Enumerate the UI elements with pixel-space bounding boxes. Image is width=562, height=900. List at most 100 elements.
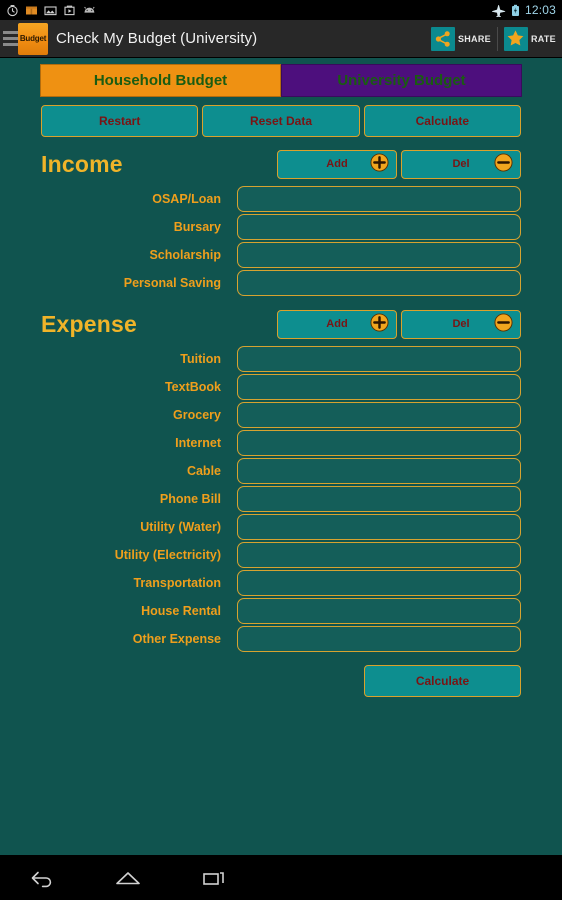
income-row-input[interactable] (238, 215, 520, 239)
expense-row-input[interactable] (238, 431, 520, 455)
expense-title: Expense (41, 310, 138, 337)
status-bar-clock: 12:03 (524, 3, 556, 17)
back-arrow-icon[interactable] (22, 855, 62, 900)
income-row-label: Personal Saving (123, 276, 221, 290)
expense-row-input-wrapper[interactable] (237, 514, 521, 540)
expense-row-input[interactable] (238, 627, 520, 651)
expense-row-input[interactable] (238, 515, 520, 539)
reset-data-button[interactable]: Reset Data (202, 105, 360, 137)
android-icon (84, 6, 95, 13)
expense-row-input-wrapper[interactable] (237, 626, 521, 652)
tab-university-budget[interactable]: University Budget (281, 64, 522, 97)
expense-rows: Tuition TextBook Grocery Internet Cable Phone… (41, 345, 521, 653)
toolbar-buttons: Restart Reset Data Calculate (41, 105, 521, 137)
income-add-button[interactable]: Add (277, 149, 397, 179)
recent-apps-icon[interactable] (194, 855, 234, 900)
income-del-button[interactable]: Del (401, 149, 521, 179)
rate-button[interactable]: RATE (498, 20, 562, 57)
expense-row-input-wrapper[interactable] (237, 402, 521, 428)
expense-row-input-wrapper[interactable] (237, 570, 521, 596)
expense-row: Utility (Electricity) (41, 541, 521, 569)
plus-circle-icon (370, 313, 389, 335)
expense-row-input-wrapper[interactable] (237, 346, 521, 372)
expense-row-label: Grocery (173, 408, 221, 422)
expense-row-label: Internet (175, 436, 221, 450)
expense-row-input[interactable] (238, 459, 520, 483)
expense-row-label: Transportation (133, 576, 221, 590)
battery-icon (511, 4, 519, 16)
income-row: Scholarship (41, 241, 521, 269)
app-update-icon (26, 6, 37, 14)
income-row-label: Bursary (173, 220, 221, 234)
income-title: Income (41, 150, 123, 177)
app-root: 12:03 Budget Check My Budget (University… (0, 0, 562, 900)
expense-row-input[interactable] (238, 403, 520, 427)
clock-icon (7, 4, 18, 16)
expense-add-button[interactable]: Add (277, 309, 397, 339)
income-row-input[interactable] (238, 243, 520, 267)
expense-row-input[interactable] (238, 487, 520, 511)
app-logo[interactable]: Budget (18, 22, 48, 55)
expense-row: Other Expense (41, 625, 521, 653)
expense-row: Transportation (41, 569, 521, 597)
calculate-button-bottom[interactable]: Calculate (364, 665, 521, 697)
expense-row-input[interactable] (238, 599, 520, 623)
income-section-header: Income Add Del (41, 149, 521, 179)
android-navigation-bar (0, 855, 562, 900)
expense-row-input-wrapper[interactable] (237, 486, 521, 512)
app-logo-label: Budget (19, 34, 47, 43)
income-row-label: OSAP/Loan (152, 192, 221, 206)
calculate-button-top[interactable]: Calculate (363, 105, 521, 137)
expense-row-label: Cable (186, 464, 221, 478)
airplane-mode-icon (491, 4, 506, 17)
income-row-controls: Add Del (277, 149, 521, 179)
expense-row: Cable (41, 457, 521, 485)
restart-button-label: Restart (98, 114, 141, 128)
expense-row-input-wrapper[interactable] (237, 374, 521, 400)
income-row-input-wrapper[interactable] (237, 186, 521, 212)
income-row: OSAP/Loan (41, 185, 521, 213)
calculate-button-top-label: Calculate (415, 114, 469, 128)
expense-del-button[interactable]: Del (401, 309, 521, 339)
hamburger-menu-icon[interactable] (0, 20, 18, 58)
restart-button[interactable]: Restart (41, 105, 199, 137)
image-icon (44, 5, 57, 15)
expense-row-input-wrapper[interactable] (237, 542, 521, 568)
home-icon[interactable] (108, 855, 148, 900)
expense-row-input[interactable] (238, 347, 520, 371)
expense-row-label: Phone Bill (159, 492, 221, 506)
expense-row-input[interactable] (238, 375, 520, 399)
tab-household-budget-label: Household Budget (93, 72, 228, 89)
income-row-input-wrapper[interactable] (237, 214, 521, 240)
tab-university-budget-label: University Budget (337, 72, 466, 89)
income-row-input-wrapper[interactable] (237, 270, 521, 296)
tab-household-budget[interactable]: Household Budget (40, 64, 281, 97)
status-bar-system-icons: 12:03 (491, 3, 556, 17)
expense-row-input-wrapper[interactable] (237, 598, 521, 624)
income-row-label: Scholarship (149, 248, 221, 262)
income-row-input[interactable] (238, 187, 520, 211)
share-button-label: SHARE (457, 33, 491, 44)
expense-row-input[interactable] (238, 543, 520, 567)
main-content: Household Budget University Budget Resta… (0, 58, 562, 855)
income-row: Personal Saving (41, 269, 521, 297)
calculate-button-bottom-label: Calculate (415, 674, 470, 688)
income-row: Bursary (41, 213, 521, 241)
share-icon (430, 26, 455, 51)
expense-row: Internet (41, 429, 521, 457)
expense-row-input-wrapper[interactable] (237, 458, 521, 484)
income-rows: OSAP/Loan Bursary Scholarship Personal Savi… (41, 185, 521, 297)
budget-tabs: Household Budget University Budget (40, 64, 522, 97)
page-title: Check My Budget (University) (56, 30, 258, 47)
income-del-button-label: Del (452, 158, 470, 170)
expense-row: Tuition (41, 345, 521, 373)
expense-row: House Rental (41, 597, 521, 625)
expense-row-input[interactable] (238, 571, 520, 595)
expense-row-input-wrapper[interactable] (237, 430, 521, 456)
income-add-button-label: Add (326, 158, 348, 170)
share-button[interactable]: SHARE (425, 20, 497, 57)
income-row-input[interactable] (238, 271, 520, 295)
expense-del-button-label: Del (452, 318, 470, 330)
star-icon (503, 26, 528, 51)
income-row-input-wrapper[interactable] (237, 242, 521, 268)
